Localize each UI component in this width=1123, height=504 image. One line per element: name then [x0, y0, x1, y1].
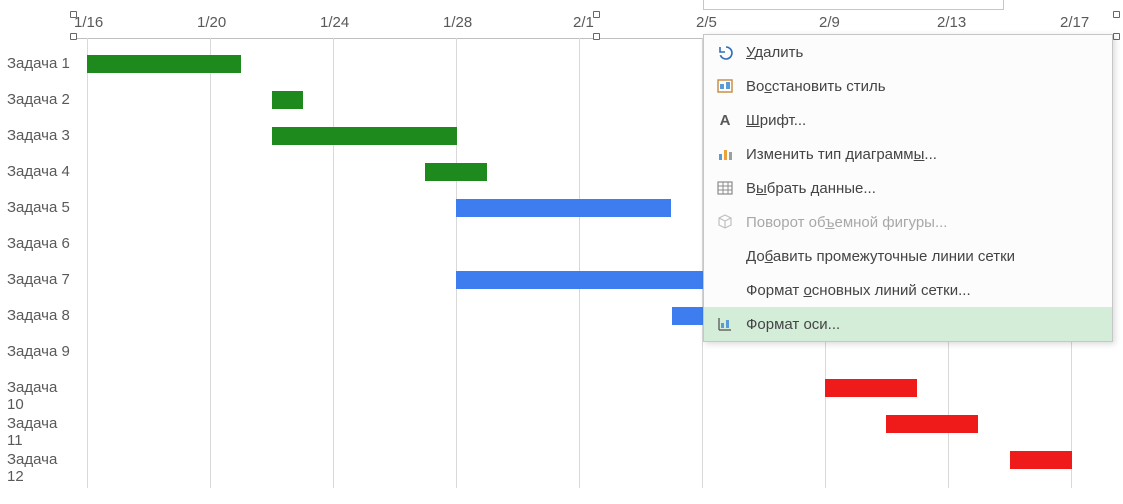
gantt-bar[interactable] [886, 415, 978, 433]
mini-tooltip-box [703, 0, 1004, 10]
y-category-label: Задача 6 [2, 235, 70, 252]
gridline [210, 38, 211, 488]
y-category-label: Задача 7 [2, 271, 70, 288]
menu-label: Формат оси... [738, 316, 840, 333]
y-category-label: Задача 11 [2, 415, 70, 449]
x-tick-label: 1/24 [320, 14, 349, 31]
undo-icon [712, 43, 738, 61]
x-tick-label: 1/16 [74, 14, 103, 31]
y-category-label: Задача 2 [2, 91, 70, 108]
menu-label: Шрифт... [738, 112, 806, 129]
menu-item-select-data[interactable]: Выбрать данные... [704, 171, 1112, 205]
gridline [456, 38, 457, 488]
menu-item-format-axis[interactable]: Формат оси... [704, 307, 1112, 341]
y-category-label: Задача 12 [2, 451, 70, 485]
gridline [579, 38, 580, 488]
bar-chart-icon [712, 145, 738, 163]
menu-label: Удалить [738, 44, 803, 61]
format-axis-icon [712, 315, 738, 333]
y-category-label: Задача 1 [2, 55, 70, 72]
x-tick-label: 1/28 [443, 14, 472, 31]
menu-label: Поворот объемной фигуры... [738, 214, 947, 231]
x-tick-label: 1/20 [197, 14, 226, 31]
context-menu: Удалить Восстановить стиль A Шрифт... Из… [703, 34, 1113, 342]
gantt-bar[interactable] [272, 91, 303, 109]
cube-icon [712, 213, 738, 231]
reset-style-icon [712, 77, 738, 95]
x-tick-label: 2/1 [573, 14, 594, 31]
menu-item-add-minor-gridlines[interactable]: Добавить промежуточные линии сетки [704, 239, 1112, 273]
x-tick-label: 2/5 [696, 14, 717, 31]
x-tick-label: 2/17 [1060, 14, 1089, 31]
menu-label: Выбрать данные... [738, 180, 876, 197]
menu-label: Добавить промежуточные линии сетки [738, 248, 1015, 265]
gridline [87, 38, 88, 488]
y-category-label: Задача 4 [2, 163, 70, 180]
y-category-label: Задача 3 [2, 127, 70, 144]
gantt-bar[interactable] [672, 307, 703, 325]
menu-item-change-chart-type[interactable]: Изменить тип диаграммы... [704, 137, 1112, 171]
gantt-bar[interactable] [272, 127, 457, 145]
menu-item-delete[interactable]: Удалить [704, 35, 1112, 69]
y-category-label: Задача 10 [2, 379, 70, 413]
x-tick-label: 2/9 [819, 14, 840, 31]
gantt-bar[interactable] [1010, 451, 1072, 469]
y-category-label: Задача 9 [2, 343, 70, 360]
gantt-bar[interactable] [87, 55, 241, 73]
menu-item-font[interactable]: A Шрифт... [704, 103, 1112, 137]
x-tick-label: 2/13 [937, 14, 966, 31]
gantt-bar[interactable] [456, 199, 671, 217]
menu-label: Формат основных линий сетки... [738, 282, 971, 299]
y-category-label: Задача 5 [2, 199, 70, 216]
y-category-label: Задача 8 [2, 307, 70, 324]
font-icon: A [712, 112, 738, 129]
menu-item-format-major-gridlines[interactable]: Формат основных линий сетки... [704, 273, 1112, 307]
gantt-bar[interactable] [425, 163, 487, 181]
menu-label: Восстановить стиль [738, 78, 886, 95]
menu-item-rotate-3d: Поворот объемной фигуры... [704, 205, 1112, 239]
gantt-bar[interactable] [825, 379, 917, 397]
menu-item-reset-style[interactable]: Восстановить стиль [704, 69, 1112, 103]
menu-label: Изменить тип диаграммы... [738, 146, 937, 163]
gridline [333, 38, 334, 488]
select-data-icon [712, 179, 738, 197]
